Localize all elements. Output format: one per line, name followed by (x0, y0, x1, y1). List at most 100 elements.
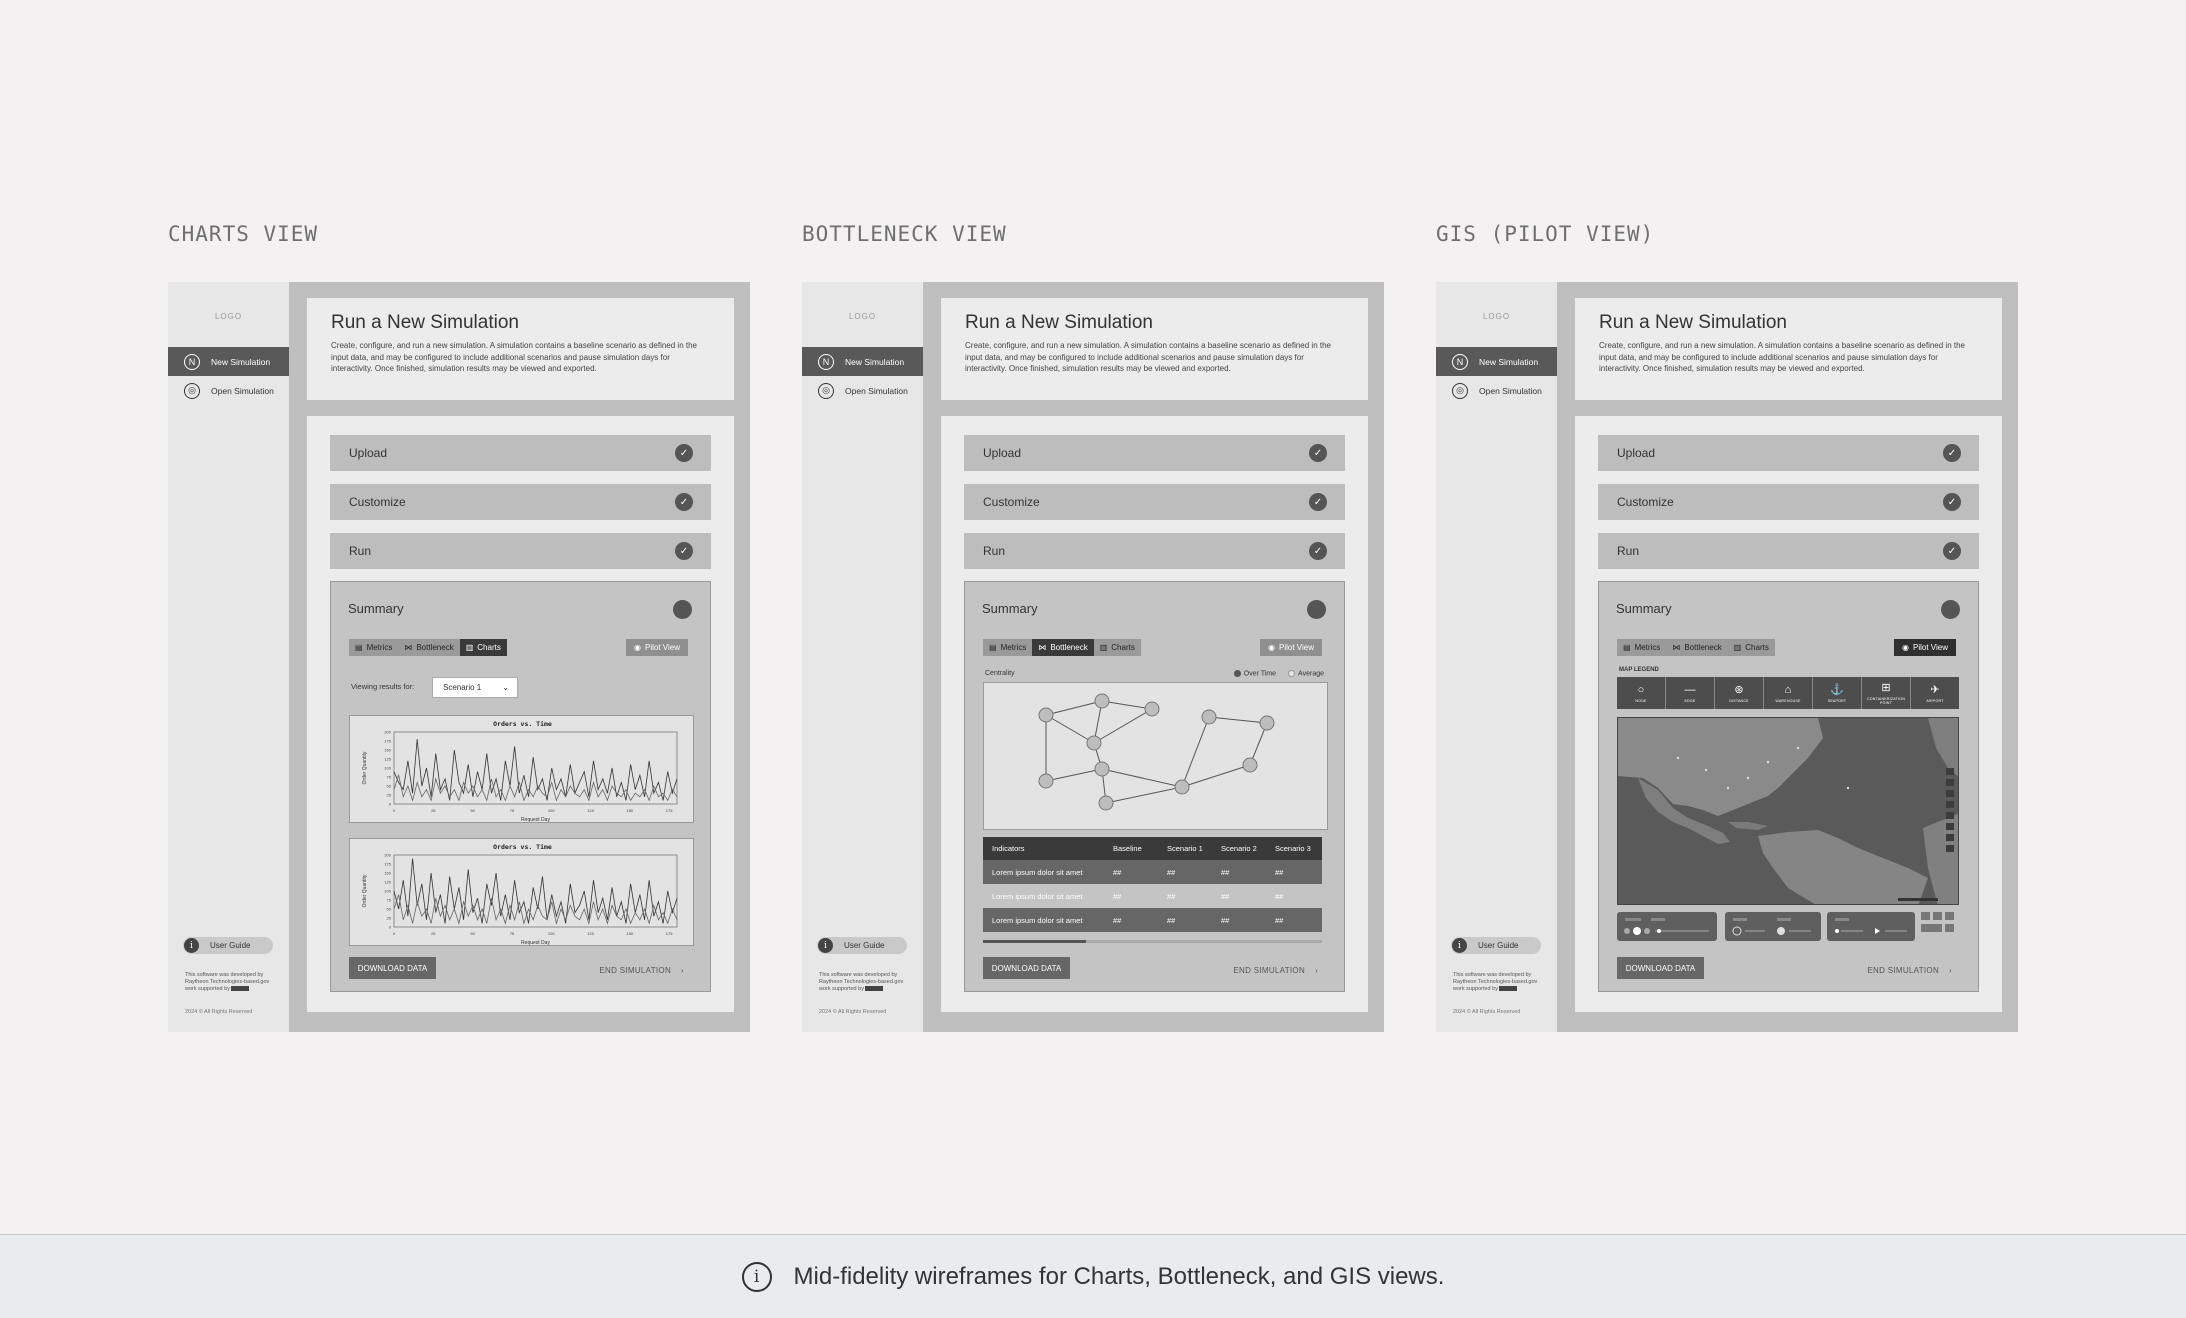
zoom-controls-svg (1835, 918, 1907, 934)
end-simulation-button[interactable]: END SIMULATION › (1867, 966, 1952, 975)
y-axis-label: Order Quantity (362, 874, 368, 907)
chevron-right-icon: › (681, 966, 684, 975)
view-title-bottleneck: BOTTLENECK VIEW (802, 222, 1007, 246)
page-title: Run a New Simulation (965, 312, 1153, 333)
step-upload[interactable]: Upload ✓ (1598, 435, 1979, 471)
user-guide-button[interactable]: i User Guide (817, 937, 907, 954)
page-title: Run a New Simulation (331, 312, 519, 333)
tab-metrics[interactable]: ▤ Metrics (349, 639, 399, 656)
charts-icon: ▥ (1099, 643, 1108, 652)
copyright: 2024 © All Rights Reserved (819, 1009, 887, 1015)
legend-distance[interactable]: ⊛ DISTANCE (1715, 677, 1764, 709)
legend-containerization-point[interactable]: ⊞ CONTAINERIZATION POINT (1862, 677, 1911, 709)
open-simulation-icon: ◎ (818, 382, 834, 399)
chart-orders-vs-time-1: Orders vs. Time Request Day Order Quantity… (349, 715, 694, 823)
pilot-view-button[interactable]: ◉ Pilot View (1894, 639, 1956, 656)
legend-warehouse[interactable]: ⌂ WAREHOUSE (1764, 677, 1813, 709)
end-simulation-button[interactable]: END SIMULATION › (1233, 966, 1318, 975)
y-tick-label: 125 (384, 757, 391, 762)
copyright: 2024 © All Rights Reserved (185, 1009, 253, 1015)
metrics-icon: ▤ (1623, 643, 1631, 652)
download-data-button[interactable]: DOWNLOAD DATA (983, 957, 1070, 979)
summary-title: Summary (1616, 601, 1672, 616)
download-data-button[interactable]: DOWNLOAD DATA (349, 957, 436, 979)
network-graph (983, 682, 1328, 830)
nav-open-simulation[interactable]: ◎ Open Simulation (168, 376, 289, 405)
y-tick-label: 0 (389, 802, 392, 807)
step-customize[interactable]: Customize ✓ (1598, 484, 1979, 520)
legend-average[interactable]: Average (1288, 670, 1324, 677)
centrality-label: Centrality (985, 670, 1015, 677)
step-run[interactable]: Run ✓ (1598, 533, 1979, 569)
line-chart-1: Orders vs. Time Request Day Order Quantity… (362, 720, 678, 823)
eye-icon: ◉ (634, 643, 642, 652)
view-title-charts: CHARTS VIEW (168, 222, 319, 246)
map-toggle-buttons[interactable] (1921, 912, 1961, 941)
chevron-down-icon: ⌄ (502, 683, 509, 692)
x-tick-label: 25 (431, 808, 436, 813)
download-data-button[interactable]: DOWNLOAD DATA (1617, 957, 1704, 979)
bottleneck-icon: ⋈ (404, 643, 413, 652)
step-upload[interactable]: Upload ✓ (330, 435, 711, 471)
status-indicator (1941, 600, 1960, 619)
chart-title: Orders vs. Time (493, 843, 552, 851)
table-row[interactable]: Lorem ipsum dolor sit amet ## ## ## ## (983, 884, 1322, 908)
summary-panel: Summary ▤ Metrics ⋈ Bottleneck ▥ Charts ◉ Pi… (330, 581, 711, 992)
tab-charts[interactable]: ▥ Charts (1093, 639, 1141, 656)
gis-map[interactable] (1617, 717, 1959, 905)
tab-bottleneck[interactable]: ⋈ Bottleneck (1032, 639, 1094, 656)
chevron-right-icon: › (1315, 966, 1318, 975)
nav-new-simulation[interactable]: N New Simulation (802, 347, 923, 376)
playback-controls-svg (1624, 918, 1709, 935)
step-customize[interactable]: Customize ✓ (330, 484, 711, 520)
x-tick-label: 150 (626, 931, 633, 936)
step-upload[interactable]: Upload ✓ (964, 435, 1345, 471)
step-run[interactable]: Run ✓ (964, 533, 1345, 569)
pilot-view-button[interactable]: ◉ Pilot View (1260, 639, 1322, 656)
check-icon: ✓ (1309, 444, 1327, 462)
bottleneck-icon: ⋈ (1672, 643, 1681, 652)
y-tick-label: 150 (384, 748, 391, 753)
legend-seaport[interactable]: ⚓ SEAPORT (1813, 677, 1862, 709)
tab-bottleneck[interactable]: ⋈ Bottleneck (1666, 639, 1728, 656)
pilot-view-button[interactable]: ◉ Pilot View (626, 639, 688, 656)
step-customize[interactable]: Customize ✓ (964, 484, 1345, 520)
end-simulation-button[interactable]: END SIMULATION › (599, 966, 684, 975)
playback-controls[interactable] (1617, 912, 1717, 941)
page-title: Run a New Simulation (1599, 312, 1787, 333)
table-row[interactable]: Lorem ipsum dolor sit amet ## ## ## ## (983, 860, 1322, 884)
check-icon: ✓ (1943, 542, 1961, 560)
legend-over-time[interactable]: Over Time (1233, 670, 1276, 677)
map-speed-controls[interactable] (1725, 912, 1821, 941)
table-row[interactable]: Lorem ipsum dolor sit amet ## ## ## ## (983, 908, 1322, 932)
legend-edge[interactable]: — EDGE (1666, 677, 1715, 709)
tab-metrics[interactable]: ▤ Metrics (983, 639, 1033, 656)
scrollbar-thumb[interactable] (983, 940, 1086, 943)
tab-bottleneck[interactable]: ⋈ Bottleneck (398, 639, 460, 656)
y-tick-label: 25 (387, 916, 392, 921)
step-run[interactable]: Run ✓ (330, 533, 711, 569)
table-scrollbar[interactable] (983, 940, 1322, 943)
y-tick-label: 75 (387, 775, 392, 780)
x-tick-label: 50 (470, 808, 475, 813)
legend-airport[interactable]: ✈ AIRPORT (1911, 677, 1959, 709)
nav-open-simulation[interactable]: ◎ Open Simulation (1436, 376, 1557, 405)
legend-node[interactable]: ○ NODE (1617, 677, 1666, 709)
tab-charts[interactable]: ▥ Charts (1727, 639, 1775, 656)
metrics-icon: ▤ (355, 643, 363, 652)
tab-metrics[interactable]: ▤ Metrics (1617, 639, 1667, 656)
nav-new-simulation[interactable]: N New Simulation (1436, 347, 1557, 376)
metrics-icon: ▤ (989, 643, 997, 652)
new-simulation-icon: N (818, 353, 834, 370)
user-guide-button[interactable]: i User Guide (183, 937, 273, 954)
nav-open-simulation[interactable]: ◎ Open Simulation (802, 376, 923, 405)
user-guide-button[interactable]: i User Guide (1451, 937, 1541, 954)
workflow-card: Upload ✓ Customize ✓ Run ✓ Summary ▤ Metrics… (307, 416, 734, 1012)
wireframe-bottleneck-view: LOGO N New Simulation ◎ Open Simulation … (802, 282, 1384, 1032)
map-svg (1618, 718, 1958, 904)
nav-new-simulation[interactable]: N New Simulation (168, 347, 289, 376)
scenario-select[interactable]: Scenario 1 ⌄ (432, 677, 518, 698)
map-zoom-controls[interactable] (1827, 912, 1915, 941)
tab-charts[interactable]: ▥ Charts (459, 639, 507, 656)
x-tick-label: 0 (393, 808, 396, 813)
